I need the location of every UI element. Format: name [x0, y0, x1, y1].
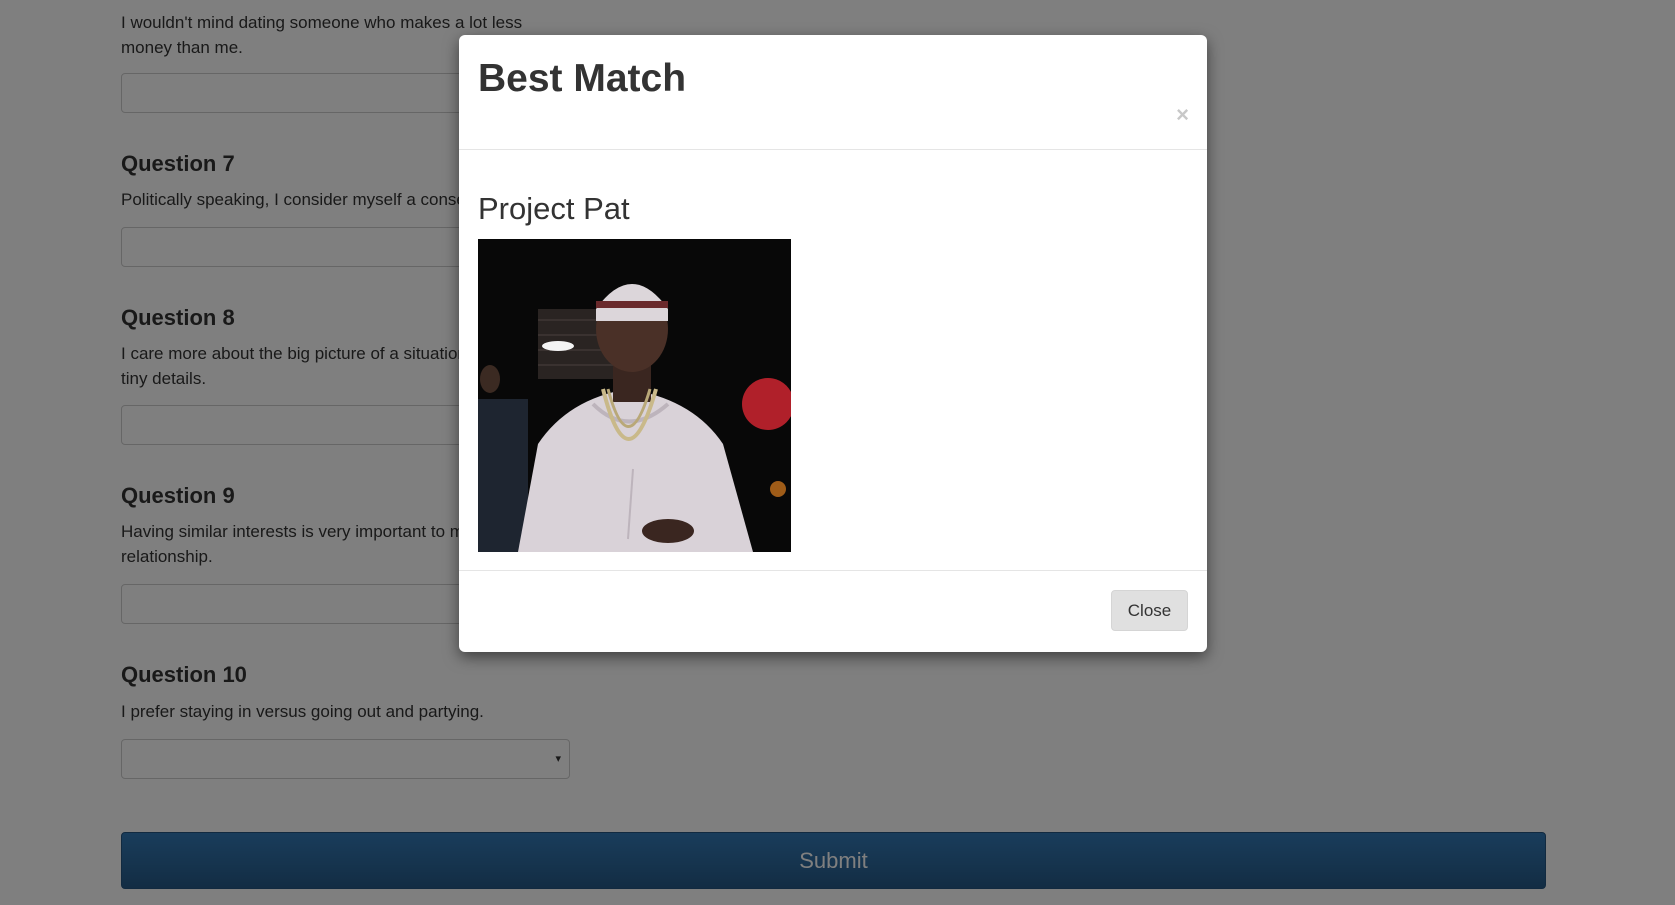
match-photo [478, 239, 791, 552]
close-icon[interactable]: × [1176, 104, 1189, 126]
modal-header: Best Match × [459, 35, 1207, 150]
close-button[interactable]: Close [1111, 590, 1188, 631]
survey-page: I wouldn't mind dating someone who makes… [0, 0, 1675, 905]
match-name: Project Pat [478, 191, 630, 226]
modal-footer: Close [459, 570, 1207, 652]
best-match-modal: Best Match × Project Pat Close [459, 35, 1207, 652]
modal-title: Best Match [478, 57, 687, 100]
